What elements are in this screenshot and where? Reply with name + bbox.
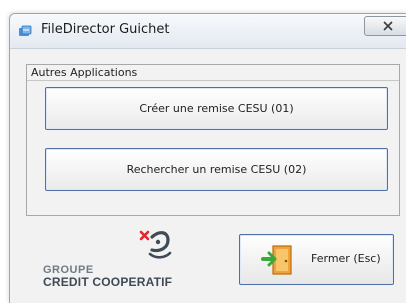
create-cesu-button[interactable]: Créer une remise CESU (01) — [45, 87, 388, 130]
close-app-label: Fermer (Esc) — [311, 252, 381, 265]
title-bar: FileDirector Guichet — [10, 14, 406, 49]
group-label: Autres Applications — [31, 66, 138, 79]
other-applications-group: Autres Applications Créer une remise CES… — [26, 64, 400, 216]
app-icon — [17, 23, 33, 39]
close-icon — [383, 21, 393, 31]
close-app-button[interactable]: Fermer (Esc) — [239, 234, 394, 285]
logo-line-2: CREDIT COOPERATIF — [43, 275, 173, 289]
window-title: FileDirector Guichet — [41, 22, 170, 37]
close-button[interactable] — [364, 16, 406, 36]
app-window: FileDirector Guichet Autres Applications… — [9, 13, 406, 303]
search-cesu-button[interactable]: Rechercher un remise CESU (02) — [45, 148, 388, 191]
company-logo: GROUPE CREDIT COOPERATIF — [31, 229, 206, 289]
group-logo-icon — [139, 230, 172, 259]
exit-door-icon — [261, 245, 292, 275]
group-divider — [27, 80, 399, 81]
